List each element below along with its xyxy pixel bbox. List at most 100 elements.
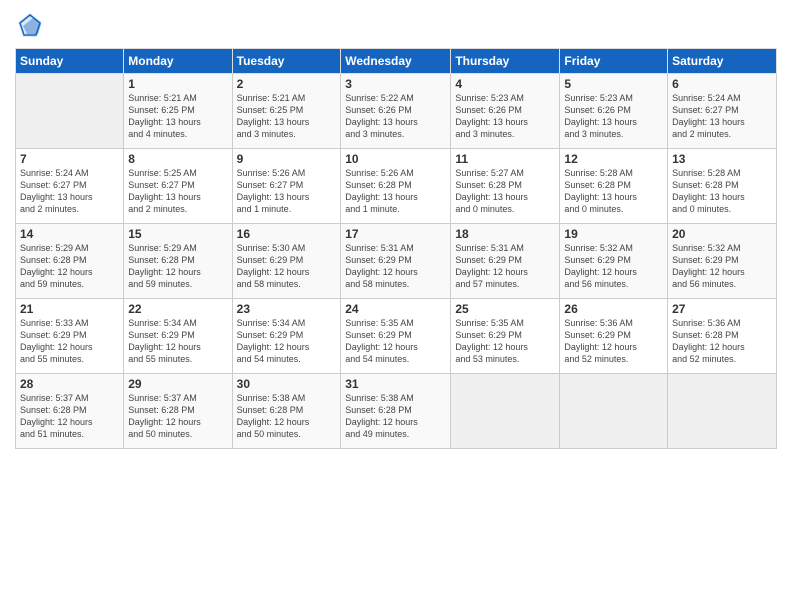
day-info: Sunrise: 5:34 AM Sunset: 6:29 PM Dayligh… (128, 317, 227, 366)
day-number: 24 (345, 302, 446, 316)
day-info: Sunrise: 5:21 AM Sunset: 6:25 PM Dayligh… (237, 92, 337, 141)
day-number: 7 (20, 152, 119, 166)
calendar-cell: 20Sunrise: 5:32 AM Sunset: 6:29 PM Dayli… (668, 224, 777, 299)
header-row: SundayMondayTuesdayWednesdayThursdayFrid… (16, 49, 777, 74)
day-number: 30 (237, 377, 337, 391)
day-info: Sunrise: 5:23 AM Sunset: 6:26 PM Dayligh… (564, 92, 663, 141)
calendar-cell: 18Sunrise: 5:31 AM Sunset: 6:29 PM Dayli… (451, 224, 560, 299)
day-info: Sunrise: 5:27 AM Sunset: 6:28 PM Dayligh… (455, 167, 555, 216)
calendar-cell: 10Sunrise: 5:26 AM Sunset: 6:28 PM Dayli… (341, 149, 451, 224)
week-row-4: 28Sunrise: 5:37 AM Sunset: 6:28 PM Dayli… (16, 374, 777, 449)
day-info: Sunrise: 5:32 AM Sunset: 6:29 PM Dayligh… (564, 242, 663, 291)
day-info: Sunrise: 5:31 AM Sunset: 6:29 PM Dayligh… (345, 242, 446, 291)
calendar-cell (16, 74, 124, 149)
day-info: Sunrise: 5:30 AM Sunset: 6:29 PM Dayligh… (237, 242, 337, 291)
day-info: Sunrise: 5:38 AM Sunset: 6:28 PM Dayligh… (237, 392, 337, 441)
calendar-cell: 2Sunrise: 5:21 AM Sunset: 6:25 PM Daylig… (232, 74, 341, 149)
calendar-cell: 9Sunrise: 5:26 AM Sunset: 6:27 PM Daylig… (232, 149, 341, 224)
calendar-cell: 29Sunrise: 5:37 AM Sunset: 6:28 PM Dayli… (124, 374, 232, 449)
day-info: Sunrise: 5:22 AM Sunset: 6:26 PM Dayligh… (345, 92, 446, 141)
calendar-cell: 23Sunrise: 5:34 AM Sunset: 6:29 PM Dayli… (232, 299, 341, 374)
day-number: 25 (455, 302, 555, 316)
calendar-cell: 8Sunrise: 5:25 AM Sunset: 6:27 PM Daylig… (124, 149, 232, 224)
column-header-friday: Friday (560, 49, 668, 74)
column-header-tuesday: Tuesday (232, 49, 341, 74)
day-info: Sunrise: 5:31 AM Sunset: 6:29 PM Dayligh… (455, 242, 555, 291)
column-header-wednesday: Wednesday (341, 49, 451, 74)
calendar-cell: 11Sunrise: 5:27 AM Sunset: 6:28 PM Dayli… (451, 149, 560, 224)
day-number: 16 (237, 227, 337, 241)
calendar-cell: 27Sunrise: 5:36 AM Sunset: 6:28 PM Dayli… (668, 299, 777, 374)
day-number: 12 (564, 152, 663, 166)
calendar-cell (451, 374, 560, 449)
week-row-1: 7Sunrise: 5:24 AM Sunset: 6:27 PM Daylig… (16, 149, 777, 224)
day-info: Sunrise: 5:28 AM Sunset: 6:28 PM Dayligh… (672, 167, 772, 216)
calendar-cell: 1Sunrise: 5:21 AM Sunset: 6:25 PM Daylig… (124, 74, 232, 149)
day-number: 14 (20, 227, 119, 241)
day-number: 18 (455, 227, 555, 241)
calendar-cell (560, 374, 668, 449)
calendar-cell: 16Sunrise: 5:30 AM Sunset: 6:29 PM Dayli… (232, 224, 341, 299)
calendar-cell: 17Sunrise: 5:31 AM Sunset: 6:29 PM Dayli… (341, 224, 451, 299)
day-info: Sunrise: 5:29 AM Sunset: 6:28 PM Dayligh… (128, 242, 227, 291)
calendar-cell: 26Sunrise: 5:36 AM Sunset: 6:29 PM Dayli… (560, 299, 668, 374)
day-info: Sunrise: 5:26 AM Sunset: 6:28 PM Dayligh… (345, 167, 446, 216)
calendar-cell (668, 374, 777, 449)
day-number: 10 (345, 152, 446, 166)
day-number: 26 (564, 302, 663, 316)
day-number: 17 (345, 227, 446, 241)
day-number: 8 (128, 152, 227, 166)
day-number: 6 (672, 77, 772, 91)
column-header-thursday: Thursday (451, 49, 560, 74)
day-number: 3 (345, 77, 446, 91)
day-number: 9 (237, 152, 337, 166)
day-info: Sunrise: 5:25 AM Sunset: 6:27 PM Dayligh… (128, 167, 227, 216)
day-info: Sunrise: 5:36 AM Sunset: 6:28 PM Dayligh… (672, 317, 772, 366)
day-info: Sunrise: 5:33 AM Sunset: 6:29 PM Dayligh… (20, 317, 119, 366)
calendar-cell: 31Sunrise: 5:38 AM Sunset: 6:28 PM Dayli… (341, 374, 451, 449)
day-number: 21 (20, 302, 119, 316)
column-header-sunday: Sunday (16, 49, 124, 74)
calendar-cell: 7Sunrise: 5:24 AM Sunset: 6:27 PM Daylig… (16, 149, 124, 224)
calendar-cell: 19Sunrise: 5:32 AM Sunset: 6:29 PM Dayli… (560, 224, 668, 299)
day-number: 1 (128, 77, 227, 91)
day-number: 15 (128, 227, 227, 241)
day-number: 28 (20, 377, 119, 391)
day-info: Sunrise: 5:29 AM Sunset: 6:28 PM Dayligh… (20, 242, 119, 291)
day-number: 27 (672, 302, 772, 316)
day-info: Sunrise: 5:24 AM Sunset: 6:27 PM Dayligh… (672, 92, 772, 141)
day-info: Sunrise: 5:26 AM Sunset: 6:27 PM Dayligh… (237, 167, 337, 216)
week-row-2: 14Sunrise: 5:29 AM Sunset: 6:28 PM Dayli… (16, 224, 777, 299)
page-header (15, 10, 777, 40)
week-row-0: 1 Sunrise: 5:21 AM Sunset: 6:25 PM Daylig… (16, 74, 777, 149)
calendar-table: SundayMondayTuesdayWednesdayThursdayFrid… (15, 48, 777, 449)
day-number: 29 (128, 377, 227, 391)
day-info: Sunrise: 5:34 AM Sunset: 6:29 PM Dayligh… (237, 317, 337, 366)
day-info: Sunrise: 5:24 AM Sunset: 6:27 PM Dayligh… (20, 167, 119, 216)
calendar-cell: 5Sunrise: 5:23 AM Sunset: 6:26 PM Daylig… (560, 74, 668, 149)
calendar-body: 1 Sunrise: 5:21 AM Sunset: 6:25 PM Daylig… (16, 74, 777, 449)
calendar-cell: 22Sunrise: 5:34 AM Sunset: 6:29 PM Dayli… (124, 299, 232, 374)
calendar-cell: 28Sunrise: 5:37 AM Sunset: 6:28 PM Dayli… (16, 374, 124, 449)
day-info: Sunrise: 5:37 AM Sunset: 6:28 PM Dayligh… (128, 392, 227, 441)
calendar-cell: 12Sunrise: 5:28 AM Sunset: 6:28 PM Dayli… (560, 149, 668, 224)
day-info: Sunrise: 5:35 AM Sunset: 6:29 PM Dayligh… (345, 317, 446, 366)
calendar-cell: 6Sunrise: 5:24 AM Sunset: 6:27 PM Daylig… (668, 74, 777, 149)
day-number: 22 (128, 302, 227, 316)
day-number: 20 (672, 227, 772, 241)
calendar-cell: 25Sunrise: 5:35 AM Sunset: 6:29 PM Dayli… (451, 299, 560, 374)
calendar-header: SundayMondayTuesdayWednesdayThursdayFrid… (16, 49, 777, 74)
day-info: Sunrise: 5:28 AM Sunset: 6:28 PM Dayligh… (564, 167, 663, 216)
calendar-cell: 15Sunrise: 5:29 AM Sunset: 6:28 PM Dayli… (124, 224, 232, 299)
day-number: 11 (455, 152, 555, 166)
calendar-cell: 13Sunrise: 5:28 AM Sunset: 6:28 PM Dayli… (668, 149, 777, 224)
calendar-cell: 4Sunrise: 5:23 AM Sunset: 6:26 PM Daylig… (451, 74, 560, 149)
logo-icon (15, 10, 45, 40)
calendar-cell: 21Sunrise: 5:33 AM Sunset: 6:29 PM Dayli… (16, 299, 124, 374)
day-info: Sunrise: 5:36 AM Sunset: 6:29 PM Dayligh… (564, 317, 663, 366)
column-header-saturday: Saturday (668, 49, 777, 74)
day-number: 31 (345, 377, 446, 391)
day-info: Sunrise: 5:37 AM Sunset: 6:28 PM Dayligh… (20, 392, 119, 441)
calendar-cell: 14Sunrise: 5:29 AM Sunset: 6:28 PM Dayli… (16, 224, 124, 299)
calendar-page: SundayMondayTuesdayWednesdayThursdayFrid… (0, 0, 792, 612)
